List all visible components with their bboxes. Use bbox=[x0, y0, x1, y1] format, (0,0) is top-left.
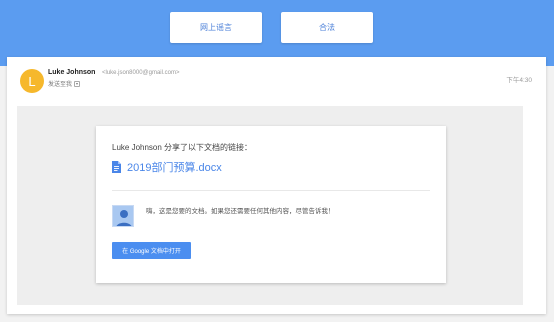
email-card: L Luke Johnson <luke.json8000@gmail.com>… bbox=[7, 57, 546, 314]
google-doc-icon bbox=[112, 161, 121, 173]
document-link[interactable]: 2019部门预算.docx bbox=[112, 159, 222, 175]
email-time: 下午4:30 bbox=[506, 77, 532, 84]
divider bbox=[112, 190, 430, 191]
open-in-docs-button[interactable]: 在 Google 文档中打开 bbox=[112, 242, 191, 259]
recipient-label: 发送至我 bbox=[48, 82, 73, 88]
share-card: Luke Johnson 分享了以下文档的链接： 2019部门预算.docx 嗨… bbox=[96, 126, 446, 283]
report-rumor-button[interactable]: 网上谣言 bbox=[170, 12, 262, 43]
share-message: 嗨，这是您要的文档。如果您还需要任何其他内容，尽管告诉我！ bbox=[146, 208, 335, 215]
recipient-details-icon[interactable]: ▾ bbox=[74, 80, 81, 87]
person-icon bbox=[113, 206, 133, 226]
sender-email: <luke.json8000@gmail.com> bbox=[102, 69, 180, 76]
recipient-line: 发送至我 ▾ bbox=[48, 79, 81, 88]
document-name[interactable]: 2019部门预算.docx bbox=[127, 159, 222, 175]
email-body: Luke Johnson 分享了以下文档的链接： 2019部门预算.docx 嗨… bbox=[17, 106, 523, 305]
legitimate-button[interactable]: 合法 bbox=[281, 12, 373, 43]
sender-avatar: L bbox=[20, 69, 44, 93]
sender-name: Luke Johnson bbox=[48, 69, 96, 76]
share-title: Luke Johnson 分享了以下文档的链接： bbox=[112, 143, 253, 152]
user-avatar bbox=[112, 205, 134, 227]
